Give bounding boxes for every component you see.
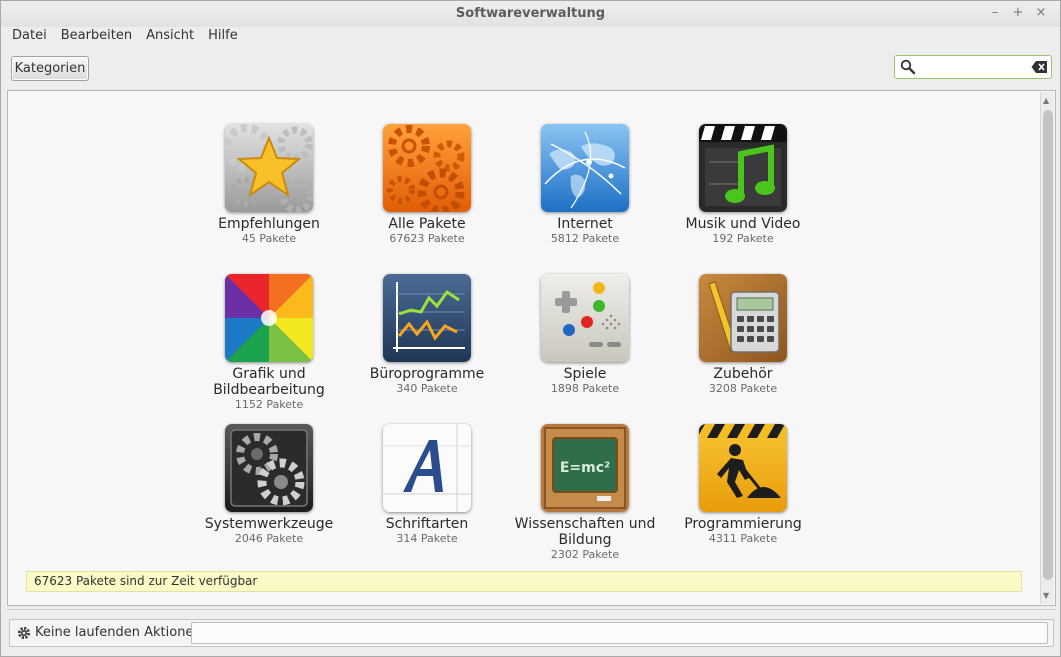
- search-icon: [900, 59, 916, 75]
- category-count: 314 Pakete: [396, 532, 458, 545]
- menu-datei[interactable]: Datei: [12, 27, 47, 47]
- category-tile[interactable]: Grafik und Bildbearbeitung 1152 Pakete: [189, 274, 349, 412]
- category-tile[interactable]: Empfehlungen 45 Pakete: [189, 124, 349, 246]
- close-button[interactable]: ×: [1034, 5, 1048, 21]
- line-chart-icon: [383, 274, 471, 362]
- category-view: Empfehlungen 45 Pakete Alle Pakete 67623…: [7, 90, 1056, 606]
- font-letter-icon: [383, 424, 471, 512]
- category-count: 5812 Pakete: [550, 232, 620, 245]
- category-name: Wissenschaften und Bildung: [514, 516, 656, 548]
- status-text: Keine laufenden Aktionen: [35, 625, 202, 640]
- chalkboard-icon: E=mc²: [541, 424, 629, 512]
- category-count: 1152 Pakete: [234, 398, 304, 411]
- category-name: Empfehlungen: [218, 216, 320, 232]
- category-tile[interactable]: Schriftarten 314 Pakete: [347, 424, 507, 546]
- category-count: 2046 Pakete: [234, 532, 304, 545]
- scroll-up-arrow-icon[interactable]: ▲: [1043, 96, 1049, 105]
- category-count: 67623 Pakete: [389, 232, 465, 245]
- info-bar: 67623 Pakete sind zur Zeit verfügbar: [26, 571, 1022, 592]
- divider: [7, 609, 1056, 610]
- category-count: 192 Pakete: [712, 232, 774, 245]
- category-count: 4311 Pakete: [708, 532, 778, 545]
- progress-field: [191, 622, 1048, 644]
- category-name: Büroprogramme: [369, 366, 485, 382]
- category-name: Alle Pakete: [388, 216, 466, 232]
- categories-button[interactable]: Kategorien: [11, 56, 89, 81]
- category-name: Zubehör: [713, 366, 773, 382]
- menu-hilfe[interactable]: Hilfe: [208, 27, 238, 47]
- category-name: Musik und Video: [685, 216, 801, 232]
- gear-icon: [17, 626, 31, 640]
- vertical-scrollbar[interactable]: ▲ ▼: [1040, 92, 1054, 604]
- title-bar[interactable]: Softwareverwaltung – + ×: [1, 1, 1060, 27]
- gamepad-icon: [541, 274, 629, 362]
- category-tile[interactable]: Büroprogramme 340 Pakete: [347, 274, 507, 396]
- clear-icon[interactable]: [1031, 60, 1048, 74]
- search-input[interactable]: [894, 55, 1052, 79]
- category-tile[interactable]: Spiele 1898 Pakete: [505, 274, 665, 396]
- minimize-button[interactable]: –: [988, 5, 1002, 21]
- status-bar: Keine laufenden Aktionen: [9, 619, 1054, 647]
- scrollbar-thumb[interactable]: [1043, 110, 1053, 580]
- scroll-down-arrow-icon[interactable]: ▼: [1043, 591, 1049, 600]
- category-name: Programmierung: [684, 516, 802, 532]
- category-name: Systemwerkzeuge: [204, 516, 334, 532]
- construction-sign-icon: [699, 424, 787, 512]
- menu-bar: Datei Bearbeiten Ansicht Hilfe: [1, 27, 252, 47]
- globe-network-icon: [541, 124, 629, 212]
- calculator-pencil-icon: [699, 274, 787, 362]
- window-title: Softwareverwaltung: [455, 6, 606, 21]
- category-count: 45 Pakete: [241, 232, 297, 245]
- clapper-music-icon: [699, 124, 787, 212]
- category-name: Spiele: [563, 366, 607, 382]
- maximize-button[interactable]: +: [1011, 5, 1025, 21]
- category-name: Schriftarten: [385, 516, 469, 532]
- category-tile[interactable]: E=mc² Wissenschaften und Bildung 2302 Pa…: [505, 424, 665, 562]
- category-count: 340 Pakete: [396, 382, 458, 395]
- category-count: 2302 Pakete: [550, 548, 620, 561]
- category-count: 3208 Pakete: [708, 382, 778, 395]
- application-window: Softwareverwaltung – + × Datei Bearbeite…: [0, 0, 1061, 657]
- category-tile[interactable]: Programmierung 4311 Pakete: [663, 424, 823, 546]
- category-count: 1898 Pakete: [550, 382, 620, 395]
- star-gears-icon: [225, 124, 313, 212]
- category-tile[interactable]: Alle Pakete 67623 Pakete: [347, 124, 507, 246]
- menu-bearbeiten[interactable]: Bearbeiten: [61, 27, 132, 47]
- orange-gears-icon: [383, 124, 471, 212]
- color-wheel-icon: [225, 274, 313, 362]
- category-tile[interactable]: Zubehör 3208 Pakete: [663, 274, 823, 396]
- category-tile[interactable]: Systemwerkzeuge 2046 Pakete: [189, 424, 349, 546]
- category-name: Grafik und Bildbearbeitung: [213, 366, 325, 398]
- category-tile[interactable]: Internet 5812 Pakete: [505, 124, 665, 246]
- menu-ansicht[interactable]: Ansicht: [146, 27, 194, 47]
- category-tile[interactable]: Musik und Video 192 Pakete: [663, 124, 823, 246]
- category-name: Internet: [557, 216, 613, 232]
- dark-gears-icon: [225, 424, 313, 512]
- svg-text:E=mc²: E=mc²: [560, 460, 610, 476]
